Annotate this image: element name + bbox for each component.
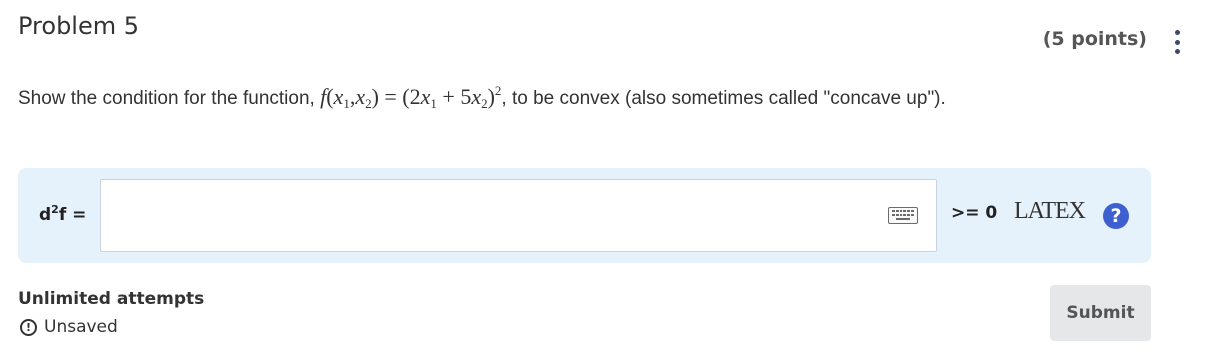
keyboard-icon[interactable] — [888, 207, 918, 224]
menu-dot — [1174, 39, 1180, 45]
question-suffix: , to be convex (also sometimes called "c… — [501, 88, 946, 109]
save-status: ! Unsaved — [20, 317, 118, 337]
answer-panel: d2f = >= 0 LATEX ? — [18, 168, 1151, 263]
menu-dot — [1174, 49, 1180, 54]
problem-title: Problem 5 — [18, 12, 140, 40]
alert-icon: ! — [20, 318, 37, 336]
question-prefix: Show the condition for the function, — [18, 88, 321, 109]
status-text: Unsaved — [44, 317, 118, 337]
latex-logo: LATEX — [1014, 198, 1086, 224]
menu-dot — [1174, 30, 1180, 35]
kebab-menu-icon[interactable] — [1171, 30, 1183, 54]
question-text: Show the condition for the function, f(x… — [18, 83, 946, 112]
submit-button[interactable]: Submit — [1050, 285, 1151, 341]
answer-input[interactable] — [100, 179, 937, 252]
answer-label: d2f = — [39, 203, 87, 225]
attempts-label: Unlimited attempts — [18, 289, 205, 309]
points-label: (5 points) — [1042, 28, 1147, 50]
inequality-label: >= 0 — [951, 203, 998, 223]
help-icon[interactable]: ? — [1103, 203, 1129, 229]
function-formula: f(x1,x2) = (2x1 + 5x2)2 — [320, 83, 502, 111]
